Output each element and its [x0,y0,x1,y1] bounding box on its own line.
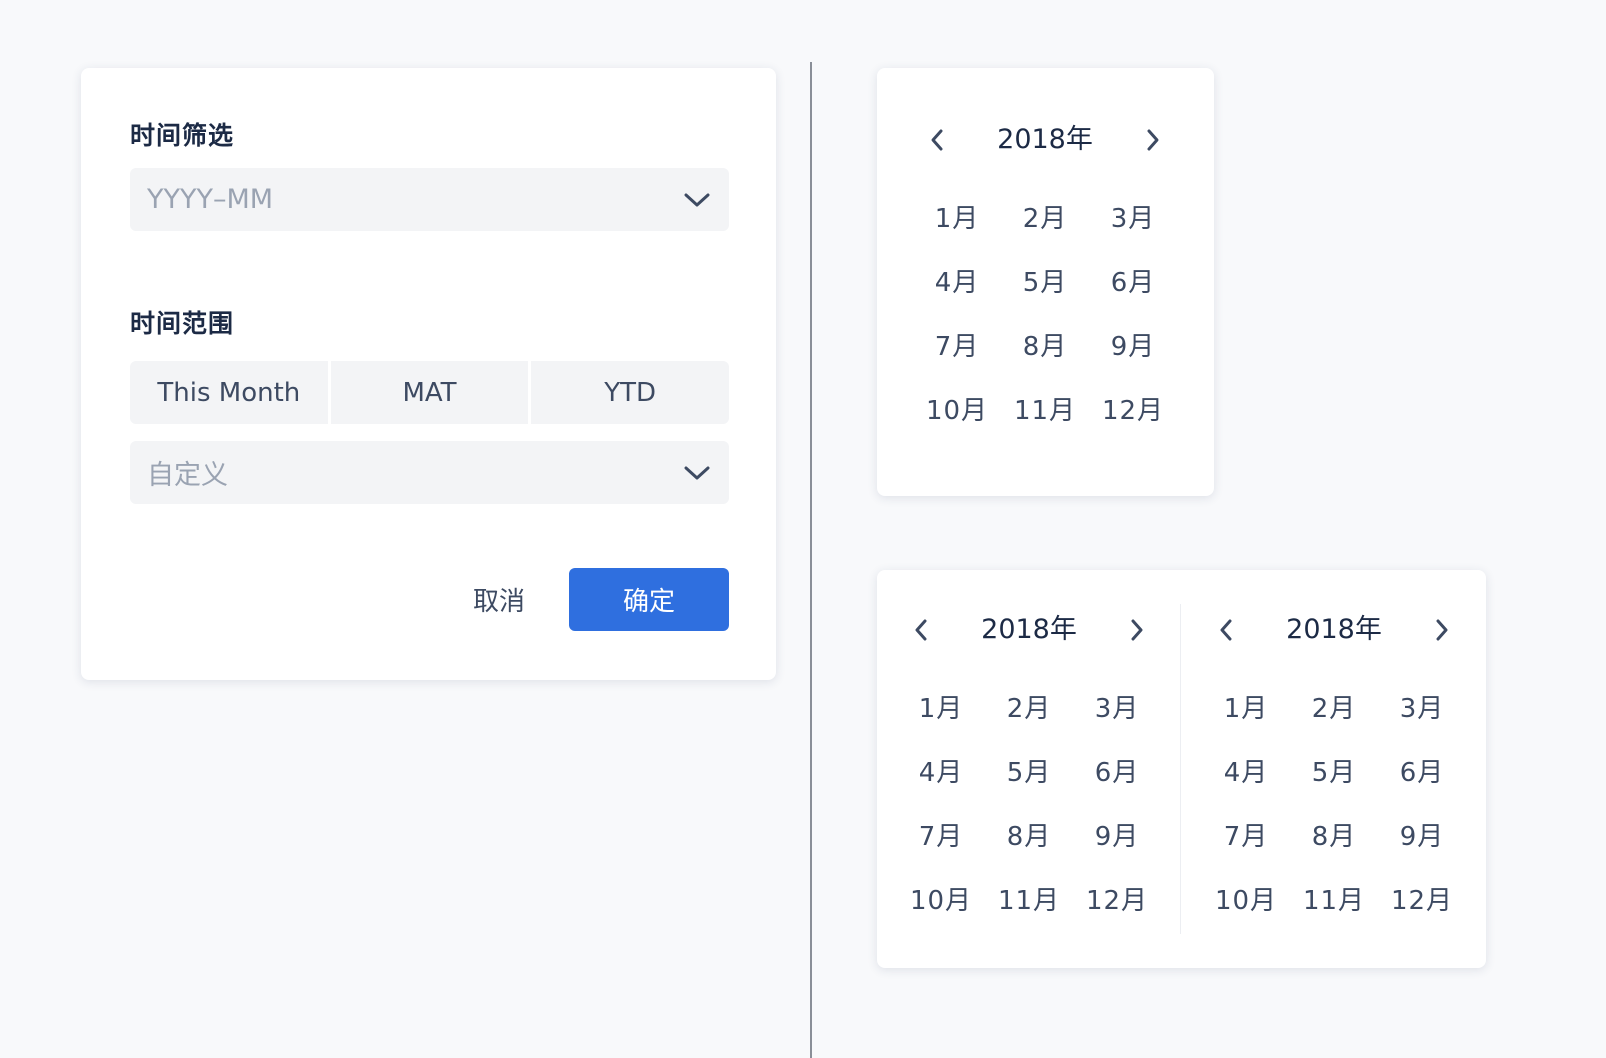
calendar-year: 2018年 [981,614,1077,645]
month-cell[interactable]: 1月 [901,674,981,738]
month-cell[interactable]: 2月 [1294,674,1374,738]
chevron-down-icon [682,185,712,215]
month-cell[interactable]: 10月 [1206,866,1286,930]
time-filter-panel: 时间筛选 YYYY–MM 时间范围 This Month MAT YTD 自定义… [81,68,776,680]
month-cell[interactable]: 12月 [1382,866,1462,930]
month-cell[interactable]: 6月 [1077,738,1157,802]
month-cell[interactable]: 3月 [1077,674,1157,738]
cancel-button[interactable]: 取消 [439,568,559,631]
month-cell[interactable]: 6月 [1382,738,1462,802]
month-select-placeholder: YYYY–MM [147,184,274,215]
chevron-down-icon [682,458,712,488]
calendar-year: 2018年 [1286,614,1382,645]
range-option-ytd[interactable]: YTD [531,361,730,424]
month-cell[interactable]: 5月 [1294,738,1374,802]
chevron-right-icon[interactable] [1137,124,1169,156]
month-cell[interactable]: 2月 [1005,184,1085,248]
month-cell[interactable]: 9月 [1093,312,1173,376]
month-cell[interactable]: 5月 [989,738,1069,802]
calendar-header: 2018年 [909,610,1149,650]
month-cell[interactable]: 1月 [1206,674,1286,738]
time-range-label: 时间范围 [130,309,235,338]
month-cell[interactable]: 10月 [901,866,981,930]
month-cell[interactable]: 3月 [1093,184,1173,248]
month-picker-single: 2018年 1月 2月 3月 4月 5月 6月 7月 8月 9月 10月 11月… [877,68,1214,496]
month-select[interactable]: YYYY–MM [130,168,729,231]
month-cell[interactable]: 9月 [1382,802,1462,866]
range-preset-segmented: This Month MAT YTD [130,361,730,424]
month-cell[interactable]: 8月 [1005,312,1085,376]
month-cell[interactable]: 8月 [989,802,1069,866]
month-cell[interactable]: 5月 [1005,248,1085,312]
calendar-separator [1180,604,1181,934]
month-cell[interactable]: 7月 [917,312,997,376]
custom-range-select[interactable]: 自定义 [130,441,729,504]
calendar-header: 2018年 [1214,610,1454,650]
month-cell[interactable]: 9月 [1077,802,1157,866]
month-picker-range: 2018年 1月 2月 3月 4月 5月 6月 7月 8月 9月 10月 11月… [877,570,1486,968]
month-cell[interactable]: 11月 [1005,376,1085,440]
chevron-right-icon[interactable] [1426,614,1458,646]
chevron-right-icon[interactable] [1121,614,1153,646]
month-cell[interactable]: 12月 [1077,866,1157,930]
custom-range-placeholder: 自定义 [147,460,228,491]
month-cell[interactable]: 4月 [917,248,997,312]
vertical-divider [810,62,812,1058]
calendar-year: 2018年 [997,124,1093,155]
month-cell[interactable]: 3月 [1382,674,1462,738]
month-cell[interactable]: 8月 [1294,802,1374,866]
month-cell[interactable]: 12月 [1093,376,1173,440]
month-cell[interactable]: 6月 [1093,248,1173,312]
time-filter-label: 时间筛选 [130,121,235,150]
month-grid: 1月 2月 3月 4月 5月 6月 7月 8月 9月 10月 11月 12月 [901,674,1157,930]
month-cell[interactable]: 10月 [917,376,997,440]
month-grid: 1月 2月 3月 4月 5月 6月 7月 8月 9月 10月 11月 12月 [917,184,1173,440]
month-cell[interactable]: 2月 [989,674,1069,738]
month-cell[interactable]: 4月 [901,738,981,802]
range-option-this-month[interactable]: This Month [130,361,328,424]
month-cell[interactable]: 7月 [901,802,981,866]
month-cell[interactable]: 11月 [1294,866,1374,930]
calendar-header: 2018年 [925,120,1165,160]
month-grid: 1月 2月 3月 4月 5月 6月 7月 8月 9月 10月 11月 12月 [1206,674,1462,930]
month-cell[interactable]: 7月 [1206,802,1286,866]
month-cell[interactable]: 4月 [1206,738,1286,802]
confirm-button[interactable]: 确定 [569,568,729,631]
month-cell[interactable]: 11月 [989,866,1069,930]
range-option-mat[interactable]: MAT [330,361,529,424]
month-cell[interactable]: 1月 [917,184,997,248]
